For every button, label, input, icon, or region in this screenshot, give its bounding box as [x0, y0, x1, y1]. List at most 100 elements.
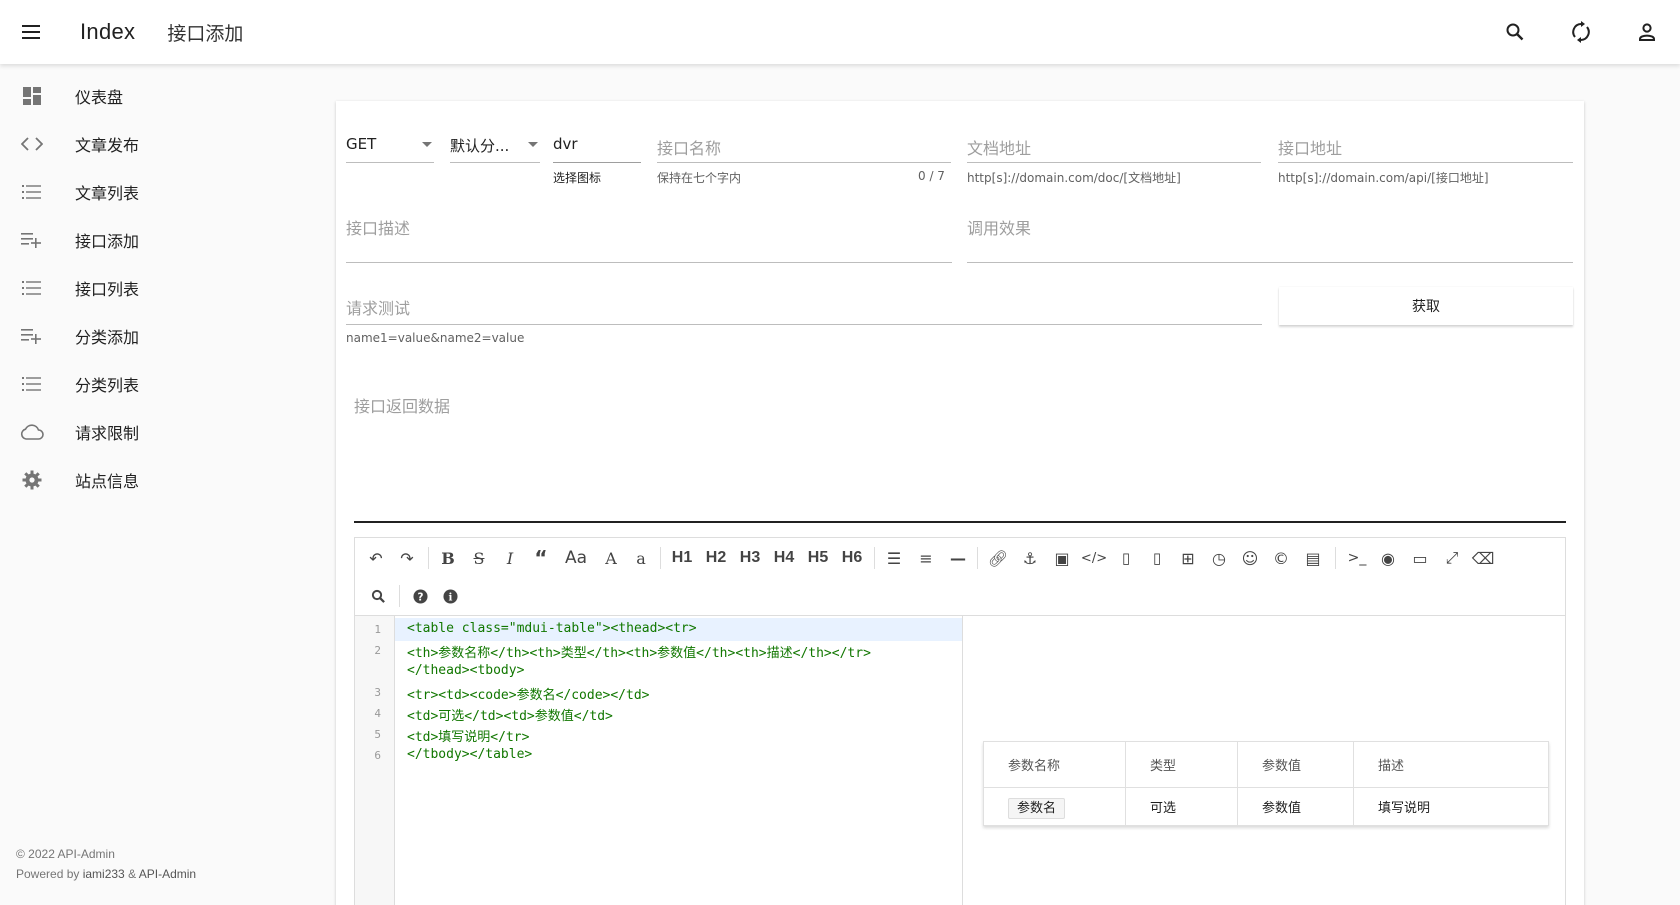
- effect-textarea[interactable]: 调用效果: [967, 201, 1573, 263]
- description-textarea[interactable]: 接口描述: [346, 201, 952, 263]
- preview-table: 参数名称 类型 参数值 描述 参数名 可选 参数值 填写说明: [983, 741, 1549, 826]
- menu-button[interactable]: [0, 0, 64, 64]
- code-block-icon[interactable]: ▯: [1146, 546, 1168, 570]
- line-number: 3: [374, 686, 381, 699]
- inline-code-icon[interactable]: </>: [1081, 546, 1107, 570]
- account-button[interactable]: [1614, 0, 1680, 64]
- search-icon[interactable]: [367, 584, 389, 608]
- preview-pane: 参数名称 类型 参数值 描述 参数名 可选 参数值 填写说明: [963, 616, 1566, 905]
- italic-icon[interactable]: I: [499, 546, 521, 570]
- list-icon: [20, 180, 44, 204]
- category-select[interactable]: 默认分...: [450, 123, 540, 163]
- icon-input[interactable]: dvr: [553, 123, 641, 163]
- api-name-input[interactable]: 接口名称: [657, 123, 951, 163]
- strikethrough-icon[interactable]: S: [468, 546, 490, 570]
- request-test-input[interactable]: 请求测试: [346, 277, 1262, 325]
- hide-preview-icon[interactable]: ◉: [1377, 546, 1399, 570]
- api-name-helper: 保持在七个字内: [657, 171, 742, 185]
- bullet-list-icon[interactable]: ☰: [883, 546, 905, 570]
- sidebar-item-label: 接口列表: [75, 280, 140, 299]
- powered-sep: &: [124, 867, 139, 881]
- heading-3-button[interactable]: H3: [736, 546, 764, 570]
- refresh-button[interactable]: [1548, 0, 1614, 64]
- table-cell: 参数值: [1237, 787, 1354, 826]
- sidebar-item-api-list[interactable]: 接口列表: [0, 264, 320, 312]
- request-test-helper: name1=value&name2=value: [346, 331, 525, 345]
- monitor-icon[interactable]: ▭: [1409, 546, 1431, 570]
- clock-icon[interactable]: ◷: [1208, 546, 1230, 570]
- lowercase-icon[interactable]: a: [630, 546, 652, 570]
- sidebar-item-article-publish[interactable]: 文章发布: [0, 120, 320, 168]
- list-icon: [20, 276, 44, 300]
- gear-icon: [20, 468, 44, 492]
- anchor-icon[interactable]: ⚓︎: [1019, 546, 1041, 570]
- link-icon[interactable]: 🔗︎: [987, 546, 1009, 570]
- undo-icon[interactable]: ↶: [365, 546, 387, 570]
- info-icon[interactable]: i: [439, 584, 461, 608]
- sidebar-item-request-limit[interactable]: 请求限制: [0, 408, 320, 456]
- uppercase-icon[interactable]: A: [600, 546, 622, 570]
- heading-1-button[interactable]: H1: [668, 546, 696, 570]
- heading-6-button[interactable]: H6: [838, 546, 866, 570]
- api-url-helper: http[s]://domain.com/api/[接口地址]: [1278, 171, 1489, 185]
- quote-icon[interactable]: “: [530, 546, 552, 570]
- page-title: 接口添加: [167, 22, 244, 45]
- case-icon[interactable]: Aa: [561, 546, 591, 570]
- method-select[interactable]: GET: [346, 123, 434, 163]
- copyright-icon[interactable]: ©: [1270, 546, 1292, 570]
- table-cell: 参数名: [983, 787, 1126, 826]
- redo-icon[interactable]: ↷: [396, 546, 418, 570]
- table-header: 参数值: [1237, 741, 1354, 788]
- powered-by-text: Powered by iami233 & API-Admin: [16, 864, 196, 884]
- table-header: 类型: [1125, 741, 1238, 788]
- response-textarea[interactable]: 接口返回数据: [354, 363, 1566, 523]
- project-link[interactable]: API-Admin: [139, 867, 196, 881]
- fullscreen-icon[interactable]: ⤢: [1441, 546, 1463, 570]
- sidebar-item-label: 请求限制: [75, 424, 140, 443]
- doc-url-input[interactable]: 文档地址: [967, 123, 1261, 163]
- code-line: </tbody></table>: [407, 747, 533, 762]
- table-icon[interactable]: ⊞: [1177, 546, 1199, 570]
- sidebar-item-site-info[interactable]: 站点信息: [0, 456, 320, 504]
- pagebreak-icon[interactable]: ▤: [1301, 546, 1325, 570]
- sidebar-item-api-add[interactable]: 接口添加: [0, 216, 320, 264]
- api-url-input[interactable]: 接口地址: [1278, 123, 1573, 163]
- image-icon[interactable]: ▣: [1051, 546, 1073, 570]
- account-icon: [1639, 23, 1655, 41]
- code-file-icon[interactable]: ▯: [1115, 546, 1137, 570]
- bold-icon[interactable]: B: [437, 546, 459, 570]
- line-number: 5: [374, 728, 381, 741]
- numbered-list-icon[interactable]: ≡: [915, 546, 937, 570]
- sidebar-item-article-list[interactable]: 文章列表: [0, 168, 320, 216]
- api-name-counter: 0 / 7: [918, 169, 945, 183]
- terminal-icon[interactable]: >_: [1345, 546, 1369, 570]
- horizontal-rule-icon[interactable]: —: [947, 546, 969, 570]
- code-line: <td>填写说明</tr>: [407, 730, 530, 745]
- heading-2-button[interactable]: H2: [702, 546, 730, 570]
- heading-4-button[interactable]: H4: [770, 546, 798, 570]
- sidebar-item-category-list[interactable]: 分类列表: [0, 360, 320, 408]
- editor-toolbar: ↶ ↷ B S I “ Aa A a H1 H2 H3 H4 H5 H6 ☰ ≡…: [355, 538, 1565, 616]
- table-header: 描述: [1353, 741, 1549, 788]
- sidebar-item-dashboard[interactable]: 仪表盘: [0, 72, 320, 120]
- search-icon: [1506, 23, 1524, 41]
- category-value: 默认分...: [450, 137, 510, 155]
- sidebar-item-label: 分类列表: [75, 376, 140, 395]
- line-number: 6: [374, 749, 381, 762]
- help-icon[interactable]: ?: [409, 584, 431, 608]
- emoji-icon[interactable]: ☺: [1239, 546, 1261, 570]
- app-title[interactable]: Index: [80, 19, 135, 45]
- code-line: </thead><tbody>: [407, 663, 525, 678]
- author-link[interactable]: iami233: [83, 867, 125, 881]
- table-header-row: 参数名称 类型 参数值 描述: [983, 741, 1549, 788]
- request-test-placeholder: 请求测试: [346, 299, 411, 318]
- eraser-icon[interactable]: ⌫: [1472, 546, 1495, 570]
- heading-5-button[interactable]: H5: [804, 546, 832, 570]
- playlist-add-icon: [20, 324, 44, 348]
- fetch-button[interactable]: 获取: [1279, 287, 1573, 325]
- search-button[interactable]: [1482, 0, 1548, 64]
- sidebar-item-category-add[interactable]: 分类添加: [0, 312, 320, 360]
- line-number: 4: [374, 707, 381, 720]
- code-pane[interactable]: 1 2 3 4 5 6 <table class="mdui-table"><t…: [355, 616, 963, 905]
- powered-prefix: Powered by: [16, 867, 83, 881]
